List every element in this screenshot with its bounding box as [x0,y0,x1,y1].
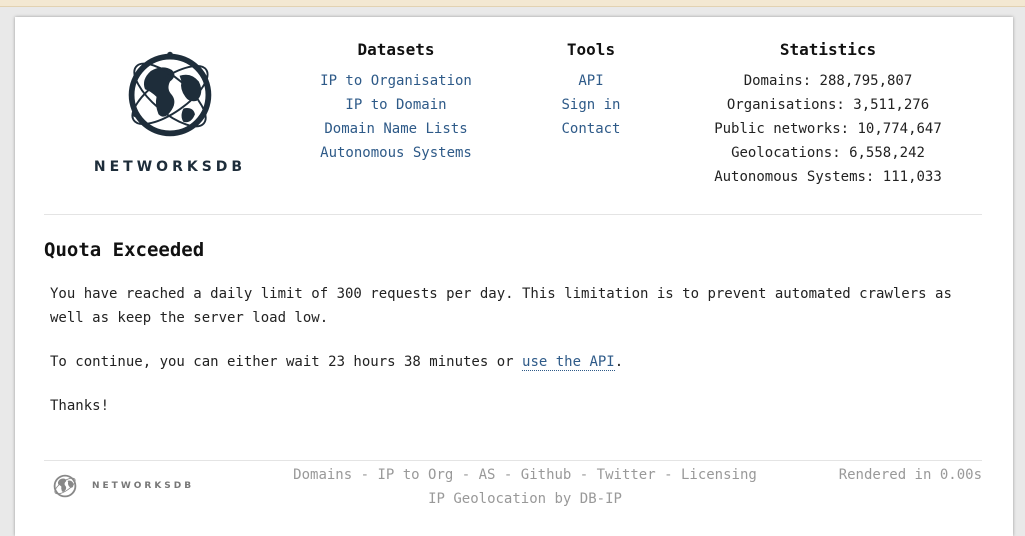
render-time: Rendered in 0.00s [838,467,982,483]
globe-logo-icon [128,51,212,137]
site-logo[interactable]: NETWORKSDB [90,45,250,175]
message-body: You have reached a daily limit of 300 re… [50,282,985,438]
link-contact[interactable]: Contact [561,121,620,137]
footer-wordmark: NETWORKSDB [92,481,195,491]
continue-prefix: To continue, you can either wait 23 hour… [50,354,523,370]
footer-links: Domains - IP to Org - AS - Github - Twit… [285,463,765,511]
footer-link-twitter[interactable]: Twitter [597,467,656,483]
footer-separator: - [453,467,479,483]
browser-top-strip [0,0,1025,7]
globe-logo-small-icon [53,474,77,498]
statistics-panel: Statistics Domains: 288,795,807 Organisa… [708,40,948,189]
continue-suffix: . [614,354,624,370]
link-autonomous-systems[interactable]: Autonomous Systems [320,145,472,161]
stat-public-networks: Public networks: 10,774,647 [714,121,942,137]
stat-organisations: Organisations: 3,511,276 [726,97,930,113]
datasets-menu: Datasets IP to Organisation IP to Domain… [315,40,477,165]
footer-link-domains[interactable]: Domains [293,467,352,483]
datasets-heading: Datasets [357,40,435,59]
footer-separator: - [495,467,521,483]
continue-message: To continue, you can either wait 23 hour… [50,350,985,374]
footer-divider [44,460,982,461]
link-sign-in[interactable]: Sign in [561,97,620,113]
page-card: NETWORKSDB Datasets IP to Organisation I… [15,17,1013,536]
footer-link-licensing[interactable]: Licensing [681,467,757,483]
stat-autonomous-systems: Autonomous Systems: 111,033 [714,169,942,185]
link-ip-to-organisation[interactable]: IP to Organisation [320,73,472,89]
thanks-text: Thanks! [50,398,110,414]
link-domain-name-lists[interactable]: Domain Name Lists [324,121,467,137]
link-api[interactable]: API [578,73,603,89]
footer-link-ip-to-org[interactable]: IP to Org [377,467,453,483]
footer-separator: - [655,467,681,483]
footer-link-as[interactable]: AS [479,467,496,483]
tools-menu: Tools API Sign in Contact [551,40,631,141]
link-ip-to-domain[interactable]: IP to Domain [345,97,446,113]
footer-link-db-ip[interactable]: IP Geolocation by DB-IP [428,491,622,507]
stat-domains: Domains: 288,795,807 [743,73,913,89]
footer-separator: - [571,467,597,483]
footer-separator: - [352,467,378,483]
quota-message: You have reached a daily limit of 300 re… [50,286,952,326]
statistics-heading: Statistics [779,40,877,59]
footer-link-github[interactable]: Github [521,467,572,483]
tools-heading: Tools [566,40,616,59]
footer-logo[interactable]: NETWORKSDB [52,473,194,499]
use-api-link[interactable]: use the API [522,354,615,371]
page-title: Quota Exceeded [44,239,205,261]
header-divider [44,214,982,215]
stat-geolocations: Geolocations: 6,558,242 [731,145,925,161]
logo-wordmark: NETWORKSDB [93,159,247,175]
